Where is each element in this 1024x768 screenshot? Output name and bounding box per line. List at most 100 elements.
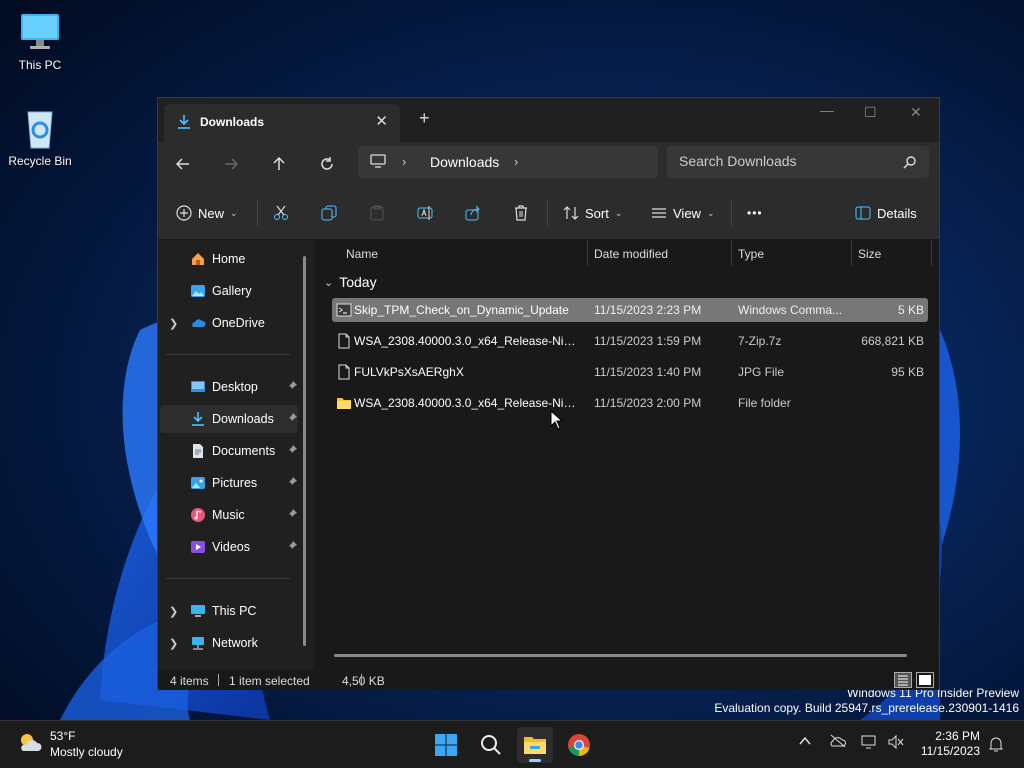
maximize-button[interactable]: ☐ [864,104,877,121]
paste-button[interactable] [363,199,391,227]
chrome-taskbar-button[interactable] [561,727,597,763]
column-divider[interactable] [931,240,932,266]
forward-button[interactable] [217,150,245,178]
copy-icon [315,199,343,227]
new-label: New [198,205,225,221]
column-header-name[interactable]: Name [346,240,378,266]
column-header-size[interactable]: Size [858,240,881,266]
chevron-down-icon[interactable]: ⌄ [324,276,333,289]
refresh-button[interactable] [313,150,341,178]
start-button[interactable] [428,727,464,763]
up-arrow-icon [273,157,285,170]
horizontal-scrollbar[interactable] [334,654,907,657]
sidebar-item-downloads[interactable]: Downloads [160,405,298,433]
desktop-icon-recycle-bin[interactable]: Recycle Bin [0,106,80,168]
file-row[interactable]: Skip_TPM_Check_on_Dynamic_Update 11/15/2… [332,298,928,322]
new-tab-button[interactable]: + [419,108,430,129]
sidebar-item-network[interactable]: ❯ Network [160,629,298,657]
sidebar-item-music[interactable]: Music [160,501,298,529]
close-tab-button[interactable]: ✕ [375,112,388,130]
rename-button[interactable] [411,199,439,227]
sort-button[interactable]: Sort ⌄ [563,199,622,227]
pin-icon[interactable] [286,508,298,520]
pin-icon[interactable] [286,412,298,424]
chevron-right-icon[interactable]: ❯ [169,605,178,618]
chevron-right-icon[interactable]: ❯ [169,317,178,330]
share-button[interactable] [459,199,487,227]
pin-icon[interactable] [286,380,298,392]
file-type: 7-Zip.7z [738,334,782,348]
folder-icon [336,395,352,411]
tab-downloads[interactable]: Downloads ✕ [164,104,400,142]
notifications-button[interactable] [988,735,1004,756]
column-header-date[interactable]: Date modified [594,240,668,266]
column-header-type[interactable]: Type [738,240,764,266]
details-view-button[interactable] [894,672,912,688]
column-divider[interactable] [587,240,588,266]
file-name: Skip_TPM_Check_on_Dynamic_Update [354,303,569,317]
cut-button[interactable] [267,199,295,227]
column-divider[interactable] [851,240,852,266]
see-more-button[interactable]: ••• [747,199,763,227]
search-box[interactable] [667,146,929,178]
minimize-button[interactable]: — [820,102,834,118]
breadcrumb-separator[interactable]: › [402,154,406,169]
file-explorer-icon [524,737,546,754]
network-tray-button[interactable] [861,734,879,753]
scissors-icon [267,199,295,227]
copy-button[interactable] [315,199,343,227]
column-divider[interactable] [731,240,732,266]
share-icon [459,199,487,227]
search-input[interactable] [679,153,889,169]
pin-icon[interactable] [286,540,298,552]
toolbar-divider [257,200,258,226]
sidebar-item-this-pc[interactable]: ❯ This PC [160,597,298,625]
selection-size: 4,50 KB [342,674,385,688]
monitor-network-icon [861,735,876,749]
desktop-icon-this-pc[interactable]: This PC [0,10,80,72]
group-header-today[interactable]: ⌄ Today [324,274,377,290]
show-hidden-icons-button[interactable] [798,734,812,751]
pin-icon[interactable] [286,444,298,456]
sidebar-item-onedrive[interactable]: ❯ OneDrive [160,309,298,337]
sidebar-item-home[interactable]: Home [160,245,298,273]
details-pane-button[interactable]: Details [855,199,917,227]
file-row[interactable]: WSA_2308.40000.3.0_x64_Release-Nightly..… [332,391,928,415]
clock-date: 11/15/2023 [920,744,980,758]
file-type: File folder [738,396,791,410]
search-button[interactable] [473,727,509,763]
title-bar: Downloads ✕ + — ☐ ✕ [158,98,939,142]
system-clock[interactable]: 2:36 PM 11/15/2023 [921,729,980,759]
up-button[interactable] [265,150,293,178]
breadcrumb-separator[interactable]: › [514,154,518,169]
sidebar-item-label: Desktop [212,380,258,394]
view-button[interactable]: View ⌄ [651,199,715,227]
breadcrumb-downloads[interactable]: Downloads [430,154,499,170]
file-explorer-taskbar-button[interactable] [517,727,553,763]
file-row[interactable]: FULVkPsXsAERghX 11/15/2023 1:40 PM JPG F… [332,360,928,384]
sidebar-item-label: Gallery [212,284,252,298]
sidebar-item-label: Videos [212,540,250,554]
file-row[interactable]: WSA_2308.40000.3.0_x64_Release-Nightly..… [332,329,928,353]
sidebar-item-videos[interactable]: Videos [160,533,298,561]
large-icons-view-button[interactable] [916,672,934,688]
sidebar-item-gallery[interactable]: Gallery [160,277,298,305]
refresh-icon [321,157,333,170]
selection-count: 1 item selected [229,674,310,688]
back-button[interactable] [169,150,197,178]
pin-icon[interactable] [286,476,298,488]
new-button[interactable]: New ⌄ [176,199,238,227]
volume-tray-button[interactable] [887,734,905,753]
sidebar-item-desktop[interactable]: Desktop [160,373,298,401]
home-icon [190,251,206,267]
address-bar[interactable]: › Downloads › [358,146,658,178]
sidebar-item-documents[interactable]: Documents [160,437,298,465]
sidebar-item-pictures[interactable]: Pictures [160,469,298,497]
sidebar-scrollbar[interactable] [303,256,306,646]
delete-button[interactable] [507,199,535,227]
onedrive-tray-button[interactable] [829,734,847,751]
chevron-right-icon[interactable]: ❯ [169,637,178,650]
cloud-offline-icon [830,734,847,748]
close-window-button[interactable]: ✕ [910,104,922,121]
weather-widget[interactable]: 53°F Mostly cloudy [16,729,123,760]
